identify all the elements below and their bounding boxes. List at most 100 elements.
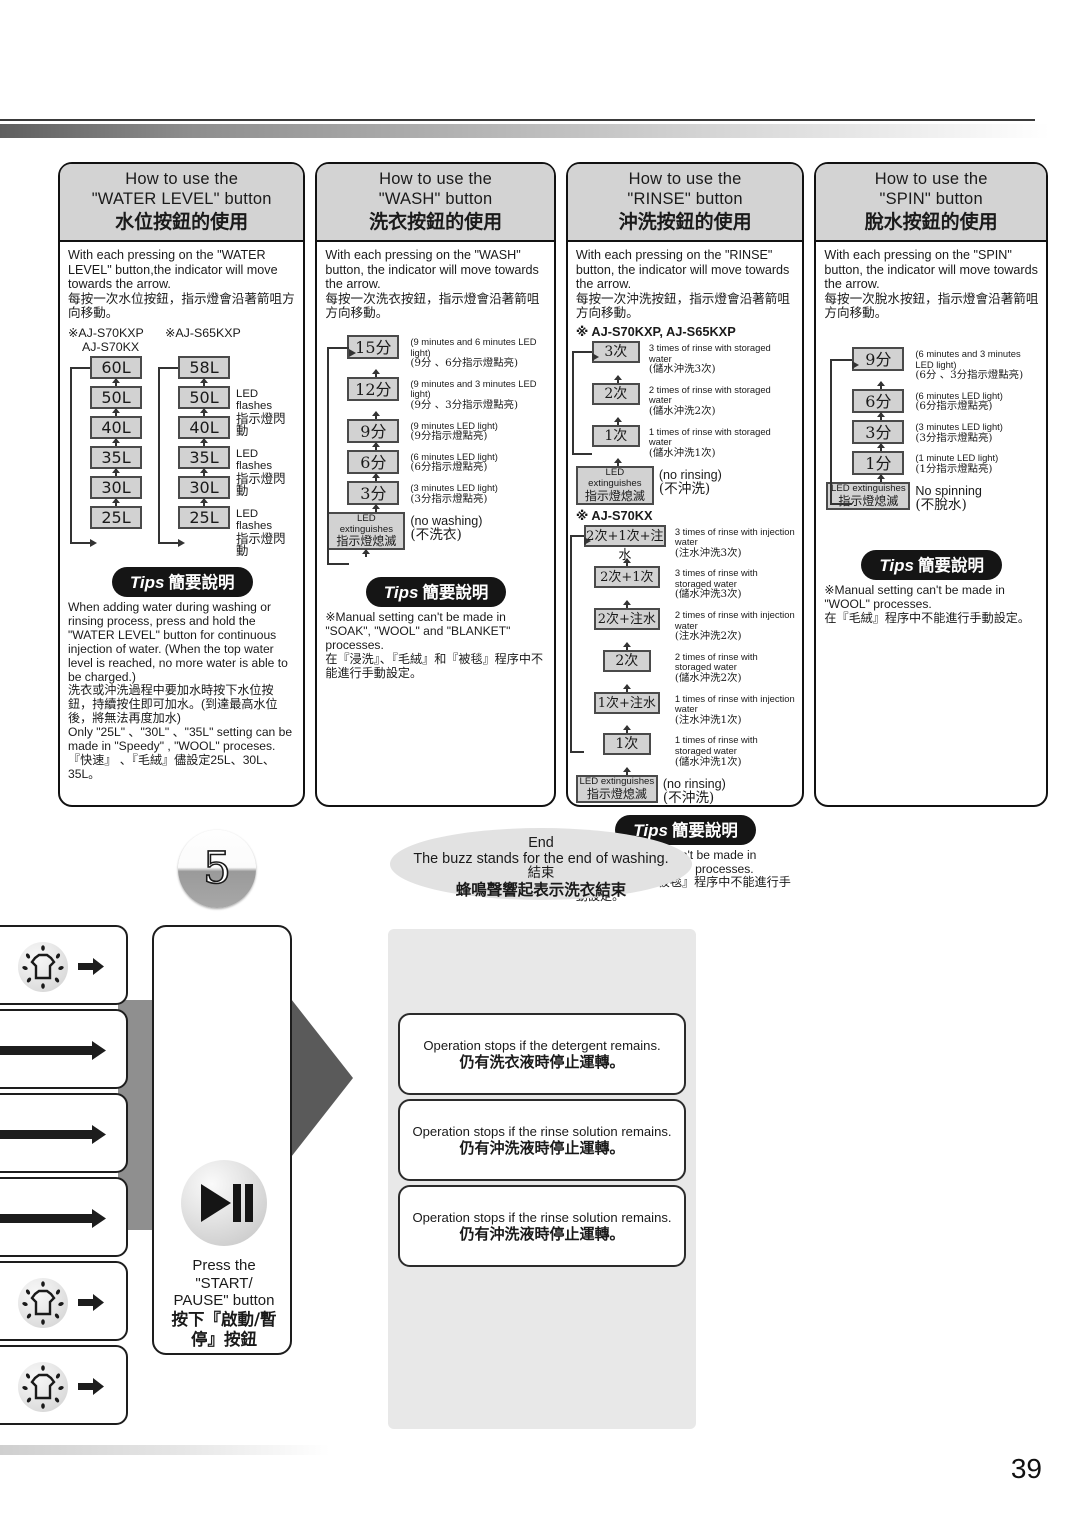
panel-water-level-header: How to use the "WATER LEVEL" button 水位按鈕…: [60, 164, 304, 242]
flow-arrow-cell: [584, 641, 670, 650]
flow-step-cell: 1次: [584, 733, 670, 756]
flow-arrow-cell: [592, 458, 644, 467]
water-level-column-a: 60L 50L 40L 35L 30L 25L: [90, 355, 142, 529]
wash-loop: [327, 346, 357, 565]
flow-arrow-up: [372, 504, 381, 513]
model-label-b: ※AJ-S65KXP: [165, 325, 241, 340]
rinse-count-box: 2次+1次+注水: [583, 524, 666, 563]
panel-title-zh: 水位按鈕的使用: [115, 211, 249, 233]
flow-step-row: 9分 (9 minutes LED light) (9分指示燈點亮): [347, 418, 546, 443]
water-level-loop-b: [158, 366, 185, 547]
rinse-count-box: 1次: [591, 424, 640, 447]
flow-arrow-cell: [584, 725, 670, 734]
panel-title-en-line2: "WASH" button: [378, 190, 493, 208]
rinse-count-box: 3次: [591, 340, 640, 363]
operation-note-en: Operation stops if the rinse solution re…: [412, 1123, 672, 1139]
led-flash-note-zh: 指示燈閃動: [236, 410, 286, 439]
flow-arrow-up: [877, 474, 886, 483]
flow-arrow-up: [622, 767, 631, 776]
panel-title-en-line1: How to use the: [628, 170, 742, 188]
flow-step-cell: 2次+1次+注水: [583, 524, 670, 563]
flow-arrow-cell: [347, 504, 405, 513]
play-icon: [201, 1184, 231, 1222]
flow-step-cell: LED extinguishes 指示燈熄滅: [575, 775, 658, 803]
model-label-a2: AJ-S70KX: [82, 339, 140, 354]
flow-step-row: 1次 1 times of rinse with storaged water …: [591, 424, 796, 460]
laundry-shirt-icon: [18, 1362, 68, 1412]
flow-step-desc-zh: (儲水沖洗3次): [674, 588, 742, 601]
flow-step-row: 3分 (3 minutes LED light) (3分指示燈點亮): [852, 419, 1039, 444]
tip-body-zh-2: 『快速』 、『毛絨』儘設定25L、30L、35L。: [68, 752, 275, 781]
flow-step-desc-en: (3 minutes LED light): [915, 420, 1003, 432]
flow-step-desc: (9 minutes and 6 minutes LED light) (9分 …: [405, 335, 546, 370]
panel-spin: How to use the "SPIN" button 脫水按鈕的使用 Wit…: [814, 162, 1048, 807]
flow-step-cell: 3分: [347, 480, 405, 505]
spin-loop: [830, 358, 860, 505]
flow-step-cell: 1次: [591, 424, 644, 447]
flow-step-desc-en: 1 times of rinse with storaged water: [648, 425, 771, 448]
flow-step-desc-en: 3 times of rinse with injection water: [674, 525, 795, 548]
tip-body-en-1: When adding water during washing or rins…: [68, 599, 288, 684]
flow-step-desc-zh: (儲水沖洗2次): [648, 404, 716, 417]
end-banner: End The buzz stands for the end of washi…: [390, 828, 692, 900]
tip-body-en-2: Only "25L" 、"30L" 、"35L" setting can be …: [68, 725, 293, 754]
flow-arrow-up: [112, 407, 120, 416]
flow-arrow-up: [200, 437, 208, 446]
start-pause-line3: PAUSE" button: [173, 1292, 275, 1310]
list-item: [0, 1261, 128, 1341]
flow-step-desc: (1 minute LED light) (1分指示燈點亮): [910, 451, 998, 475]
panel-title-en-line1: How to use the: [379, 170, 493, 188]
footer-rule-shadow: [0, 1445, 330, 1455]
led-flash-note-en: LED flashes: [236, 507, 273, 533]
flow-step-row: 3次 3 times of rinse with storaged water …: [591, 340, 796, 376]
flow-step-row: 6分 (6 minutes LED light) (6分指示燈點亮): [852, 388, 1039, 413]
flow-arrow-up: [372, 368, 381, 377]
flow-arrow-up: [622, 641, 631, 650]
level-box: 35L: [178, 445, 230, 469]
panel-intro-en: With each pressing on the "RINSE" button…: [575, 248, 790, 292]
flow-step-desc-zh: (1分指示燈點亮): [915, 462, 993, 475]
long-right-arrow-icon: [0, 1041, 106, 1060]
wash-time-box: 3分: [347, 480, 400, 505]
rinse-count-box: 1次: [602, 733, 651, 756]
right-arrow-icon: [78, 1293, 104, 1312]
flow-step-cell: 9分: [852, 346, 910, 371]
flow-step-desc-en: 1 times of rinse with storaged water: [674, 734, 758, 756]
led-off-desc-zh: (不洗衣): [410, 527, 462, 544]
flow-arrow-up: [877, 411, 886, 420]
flow-arrow-cell: [584, 600, 670, 609]
flow-step-desc-en: (9 minutes and 3 minutes LED light): [410, 377, 537, 400]
tips-badge: Tips 簡要說明: [861, 549, 1002, 580]
panel-rinse-header: How to use the "RINSE" button 沖洗按鈕的使用: [567, 164, 803, 242]
tip-body-zh: 在『毛絨』程序中不能進行手動設定。: [824, 610, 1030, 625]
flow-step-desc-zh: (6分指示燈點亮): [915, 400, 993, 413]
flow-step-row-led-off: LED extinguishes 指示燈熄滅 (no rinsing) (不沖洗…: [575, 775, 796, 806]
flow-arrow-up: [200, 377, 208, 386]
tip-body-en: ※Manual setting can't be made in "SOAK",…: [325, 610, 511, 653]
tips-label-zh: 簡要說明: [422, 583, 489, 603]
rinse-count-box: 2次+注水: [593, 608, 660, 631]
long-right-arrow-icon: [0, 1209, 106, 1228]
flow-step-desc: (6 minutes LED light) (6分指示燈點亮): [910, 389, 1003, 413]
panel-wash-body: With each pressing on the "WASH" button,…: [317, 242, 553, 685]
bottom-flow-diagram: Press the "START/ PAUSE" button 按下『啟動/暫 …: [0, 925, 1080, 1450]
wash-time-box: 6分: [347, 449, 400, 474]
panel-intro-zh: 每按一次脫水按鈕，指示燈會沿著箭咀方向移動。: [824, 291, 1039, 321]
arrow-glyph: [0, 1209, 106, 1228]
model-labels: ※AJ-S70KXP ※AJ-S65KXP: [68, 325, 296, 340]
level-box: 25L: [178, 505, 230, 529]
end-title-en: End: [528, 835, 554, 851]
arrow-glyph: [0, 1041, 106, 1060]
header-rule: [0, 119, 1035, 121]
panel-wash: How to use the "WASH" button 洗衣按鈕的使用 Wit…: [315, 162, 556, 807]
flow-step-desc: (no washing) (不洗衣): [405, 512, 482, 543]
led-off-desc-en: (no rinsing): [662, 777, 726, 792]
flow-step-cell: 6分: [347, 449, 405, 474]
flow-step-desc: 1 times of rinse with storaged water (儲水…: [644, 425, 796, 460]
water-level-loop-a: [70, 366, 97, 547]
rinse-group2-model-head: ※ AJ-S70KX: [575, 507, 653, 523]
start-pause-button[interactable]: [181, 1160, 267, 1246]
arrow-glyph: [78, 1378, 104, 1395]
flow-step-cell: 3分: [852, 419, 910, 444]
flow-step-row: 2次 2 times of rinse with storaged water …: [591, 382, 796, 418]
